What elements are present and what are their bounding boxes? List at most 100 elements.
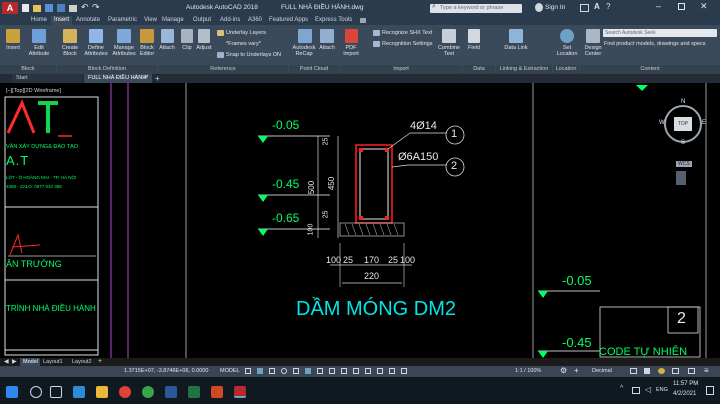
pdf-import-button[interactable]: PDF Import bbox=[340, 45, 362, 57]
tab-featured-apps[interactable]: Featured Apps bbox=[269, 16, 308, 25]
set-location-button[interactable]: Set Location bbox=[554, 45, 580, 57]
close-icon[interactable]: ✕ bbox=[700, 1, 708, 12]
customize-icon[interactable]: ≡ bbox=[704, 366, 709, 375]
print-icon[interactable] bbox=[69, 5, 77, 12]
manage-attributes-button[interactable]: Manage Attributes bbox=[110, 45, 138, 57]
clip-icon[interactable] bbox=[181, 29, 193, 43]
undo-icon[interactable]: ↶ bbox=[81, 2, 89, 13]
grid-icon[interactable] bbox=[245, 368, 251, 374]
recognition-settings-icon[interactable] bbox=[373, 41, 380, 47]
tab-addins[interactable]: Add-ins bbox=[220, 16, 240, 25]
define-attributes-button[interactable]: Define Attributes bbox=[82, 45, 110, 57]
recognition-settings-button[interactable]: Recognition Settings bbox=[382, 41, 432, 47]
navigation-bar[interactable] bbox=[676, 171, 686, 185]
tray-network-icon[interactable] bbox=[632, 387, 640, 394]
edge-icon[interactable] bbox=[73, 386, 85, 398]
redo-icon[interactable]: ↷ bbox=[92, 2, 100, 13]
navcube-east[interactable]: E bbox=[702, 120, 706, 126]
block-editor-icon[interactable] bbox=[140, 29, 154, 43]
new-icon[interactable] bbox=[22, 4, 29, 12]
restore-icon[interactable] bbox=[678, 3, 685, 10]
explorer-icon[interactable] bbox=[96, 386, 108, 398]
frames-vary-dropdown[interactable]: *Frames vary* bbox=[226, 41, 261, 47]
group-data[interactable]: Data bbox=[463, 65, 495, 74]
polar-icon[interactable] bbox=[281, 368, 287, 374]
clip-button[interactable]: Clip bbox=[178, 45, 196, 51]
user-icon[interactable] bbox=[535, 3, 543, 12]
taskbar-search-icon[interactable] bbox=[30, 386, 42, 398]
annotation-visibility-icon[interactable] bbox=[389, 368, 395, 374]
auto-scale-icon[interactable] bbox=[401, 368, 407, 374]
layout-tab-layout1[interactable]: Layout1 bbox=[41, 358, 63, 366]
insert-block-icon[interactable] bbox=[6, 29, 20, 43]
save-icon[interactable] bbox=[45, 4, 53, 12]
doc-tab-active-file[interactable]: FULL NHÀ ĐIỀU HÀNH* bbox=[84, 74, 152, 83]
recap-icon[interactable] bbox=[298, 29, 312, 43]
adjust-icon[interactable] bbox=[198, 29, 210, 43]
create-block-button[interactable]: Create Block bbox=[60, 45, 80, 57]
attach-button[interactable]: Attach bbox=[157, 45, 177, 51]
viewport-controls-label[interactable]: [–][Top][2D Wireframe] bbox=[6, 88, 61, 94]
selection-cycling-icon[interactable] bbox=[353, 368, 359, 374]
recognize-shx-icon[interactable] bbox=[373, 30, 380, 36]
clock-time[interactable]: 11:57 PM bbox=[673, 381, 698, 387]
navcube-north[interactable]: N bbox=[681, 99, 685, 105]
attach-cloud-button[interactable]: Attach bbox=[317, 45, 337, 51]
ucs-icon[interactable] bbox=[365, 368, 371, 374]
design-center-icon[interactable] bbox=[586, 29, 600, 43]
cursor-coordinates[interactable]: 1.3715E+07, -3.8746E+06, 0.0000 bbox=[124, 368, 208, 374]
group-block-definition[interactable]: Block Definition bbox=[57, 65, 157, 74]
tab-a360[interactable]: A360 bbox=[248, 16, 262, 25]
edit-attribute-icon[interactable] bbox=[32, 29, 46, 43]
coccoc-icon[interactable] bbox=[142, 386, 154, 398]
snap-underlays-icon[interactable] bbox=[217, 52, 224, 58]
data-link-icon[interactable] bbox=[509, 29, 523, 43]
lock-ui-icon[interactable] bbox=[644, 368, 650, 374]
clock-date[interactable]: 4/2/2021 bbox=[673, 391, 696, 397]
doc-tab-start[interactable]: Start bbox=[12, 74, 82, 83]
group-linking[interactable]: Linking & Extraction bbox=[496, 65, 552, 74]
layout-next-icon[interactable]: ▶ bbox=[12, 358, 17, 366]
set-location-icon[interactable] bbox=[560, 29, 574, 43]
drawing-canvas[interactable]: [–][Top][2D Wireframe] AT VĂN XÂY DỰNG& … bbox=[0, 83, 720, 358]
autocad-taskbar-icon[interactable] bbox=[234, 386, 246, 398]
underlay-layers-icon[interactable] bbox=[217, 30, 224, 36]
hardware-accel-icon[interactable] bbox=[672, 368, 679, 374]
otrack-icon[interactable] bbox=[317, 368, 323, 374]
snap-underlays-dropdown[interactable]: Snap to Underlays ON bbox=[226, 52, 281, 58]
excel-icon[interactable] bbox=[188, 386, 200, 398]
attach-cloud-icon[interactable] bbox=[320, 29, 334, 43]
tray-volume-icon[interactable]: ◁ bbox=[645, 385, 651, 394]
recap-button[interactable]: Autodesk ReCap bbox=[290, 45, 318, 57]
help-icon[interactable]: ? bbox=[606, 2, 610, 11]
group-import[interactable]: Import bbox=[340, 65, 462, 74]
tab-annotate[interactable]: Annotate bbox=[76, 16, 100, 25]
search-box[interactable]: ⌕ Type a keyword or phrase bbox=[430, 3, 522, 13]
insert-button[interactable]: Insert bbox=[4, 45, 22, 51]
navcube-west[interactable]: W bbox=[659, 120, 665, 126]
tab-output[interactable]: Output bbox=[193, 16, 211, 25]
new-tab-icon[interactable]: + bbox=[155, 74, 160, 83]
sign-in-link[interactable]: Sign In bbox=[545, 0, 565, 16]
clean-screen-icon[interactable] bbox=[688, 368, 695, 374]
combine-text-button[interactable]: Combine Text bbox=[437, 45, 461, 57]
ortho-icon[interactable] bbox=[269, 368, 275, 374]
block-editor-button[interactable]: Block Editor bbox=[137, 45, 157, 57]
autodesk-a-icon[interactable]: A bbox=[594, 2, 600, 11]
navcube[interactable]: TOP N S W E bbox=[659, 99, 706, 146]
design-center-button[interactable]: Design Center bbox=[580, 45, 606, 57]
open-icon[interactable] bbox=[33, 5, 41, 12]
wcs-menu[interactable]: WCS bbox=[676, 161, 692, 167]
underlay-layers-button[interactable]: Underlay Layers bbox=[226, 30, 266, 36]
tab-home[interactable]: Home bbox=[31, 16, 47, 25]
pdf-import-icon[interactable] bbox=[345, 29, 358, 43]
autocad-logo-icon[interactable]: A bbox=[2, 2, 18, 14]
navcube-south[interactable]: S bbox=[681, 140, 685, 146]
define-attributes-icon[interactable] bbox=[89, 29, 103, 43]
seek-search-input[interactable]: Search Autodesk Seek bbox=[603, 29, 717, 37]
notifications-icon[interactable] bbox=[706, 386, 714, 395]
tray-chevron-icon[interactable]: ^ bbox=[620, 385, 623, 392]
annotation-scale[interactable]: 1:1 / 100% bbox=[515, 368, 541, 374]
combine-text-icon[interactable] bbox=[442, 29, 456, 43]
windows-start-icon[interactable] bbox=[6, 386, 18, 398]
